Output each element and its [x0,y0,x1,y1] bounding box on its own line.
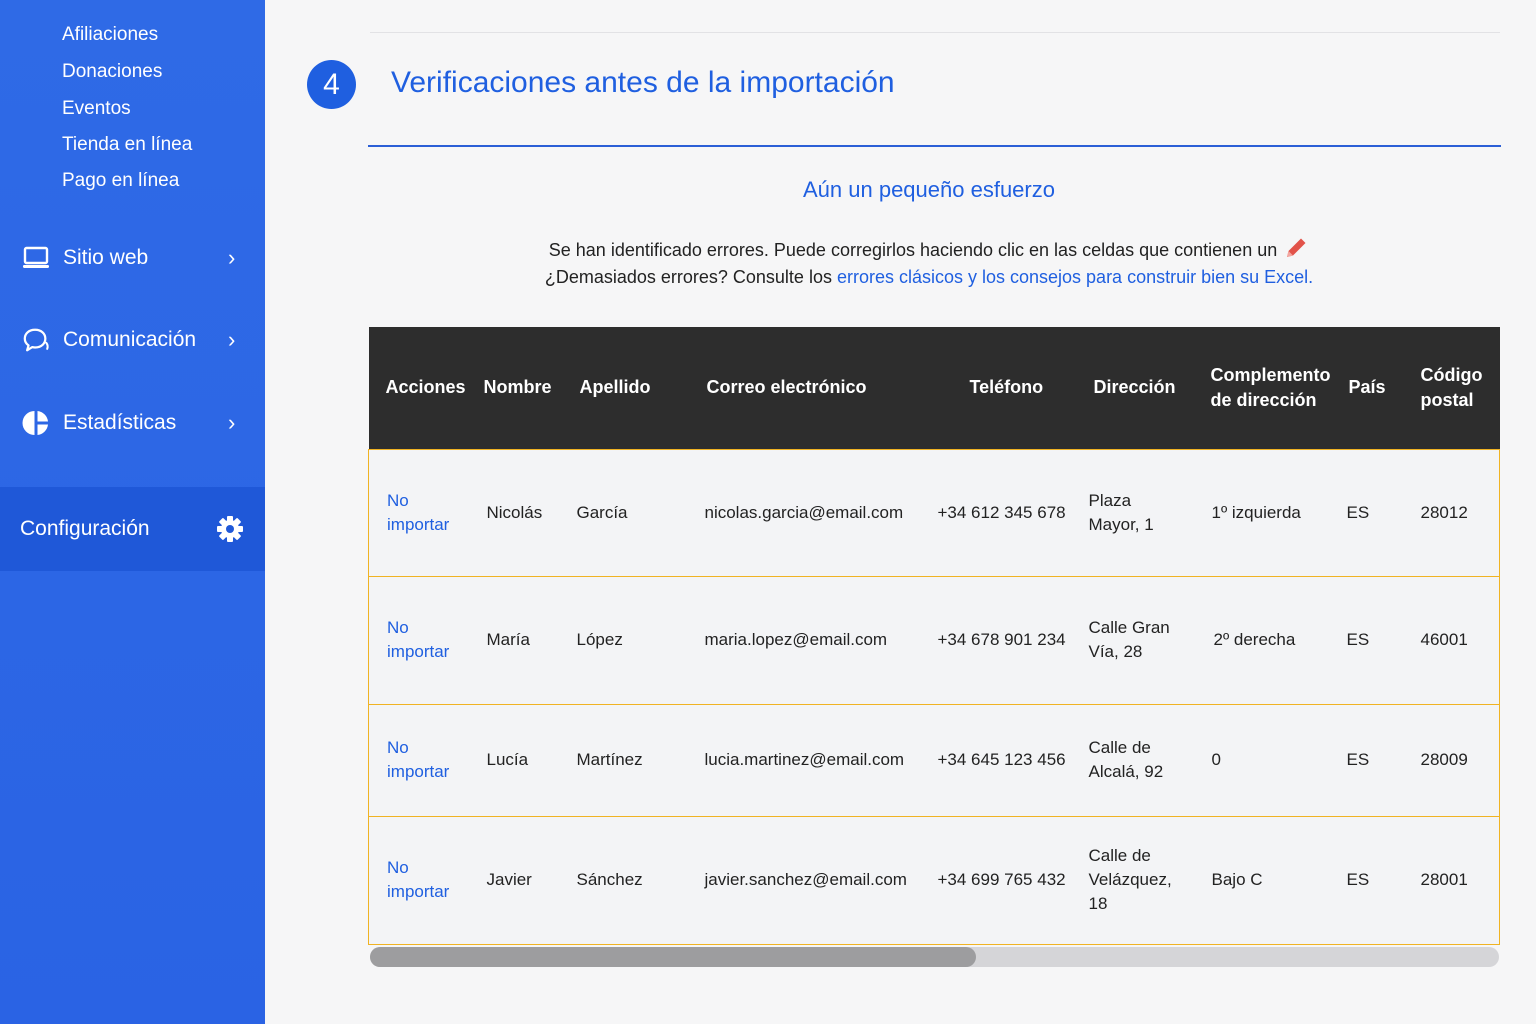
chevron-right-icon: › [228,245,236,270]
sidebar-item-estadisticas[interactable]: Estadísticas › [0,398,265,448]
column-header-correo: Correo electrónico [706,377,867,398]
cell-correo[interactable]: maria.lopez@email.com [687,576,920,704]
cell-apellido[interactable]: Sánchez [560,816,688,944]
chevron-right-icon: › [228,327,236,352]
page-title: Verificaciones antes de la importación [391,66,895,99]
cell-nombre[interactable]: Lucía [469,704,561,816]
cell-telefono[interactable]: +34 612 345 678 [919,449,1072,576]
sidebar: Afiliaciones Donaciones Eventos Tienda e… [0,0,265,1024]
horizontal-scrollbar-thumb[interactable] [370,947,976,967]
import-table: Acciones Nombre Apellido Correo electrón… [368,327,1500,945]
sidebar-item-label: Comunicación [63,328,197,351]
cell-correo[interactable]: lucia.martinez@email.com [687,704,920,816]
step-number-badge: 4 [307,60,356,109]
cell-telefono[interactable]: +34 699 765 432 [919,816,1072,944]
section-subtitle: Aún un pequeño esfuerzo [803,177,1055,202]
cell-pais[interactable]: ES [1333,704,1405,816]
column-header-apellido: Apellido [579,377,651,398]
sidebar-item-sitio-web[interactable]: Sitio web › [0,233,265,283]
cell-pais[interactable]: ES [1333,449,1405,576]
cell-complemento[interactable]: 1º izquierda [1192,449,1334,576]
table-row: No importar Javier Sánchez javier.sanche… [368,816,1500,944]
sidebar-item-label: Sitio web [63,246,149,269]
cell-complemento[interactable]: 0 [1192,704,1334,816]
gear-icon [216,515,244,543]
cell-telefono[interactable]: +34 678 901 234 [919,576,1072,704]
help-message-text: ¿Demasiados errores? Consulte los [544,267,837,287]
cell-pais[interactable]: ES [1333,576,1405,704]
sidebar-item-label: Estadísticas [63,411,177,434]
no-importar-link[interactable]: No importar [368,816,470,944]
column-header-acciones: Acciones [385,377,466,398]
cell-correo[interactable]: nicolas.garcia@email.com [687,449,920,576]
column-header-direccion: Dirección [1093,377,1176,398]
cell-codigo-postal[interactable]: 46001 [1404,576,1500,704]
cell-telefono[interactable]: +34 645 123 456 [919,704,1072,816]
cell-direccion[interactable]: Calle de Alcalá, 92 [1071,704,1193,816]
help-message: ¿Demasiados errores? Consulte los errore… [368,267,1490,288]
column-header-codigo-postal: Código postal [1420,364,1483,410]
table-row: No importar Nicolás García nicolas.garci… [368,449,1500,576]
cell-nombre[interactable]: Javier [469,816,561,944]
cell-codigo-postal[interactable]: 28009 [1404,704,1500,816]
cell-codigo-postal[interactable]: 28012 [1404,449,1500,576]
title-divider [368,145,1501,147]
sidebar-item-pago-en-linea[interactable]: Pago en línea [62,170,179,192]
chevron-right-icon: › [228,410,236,435]
error-message: Se han identificado errores. Puede corre… [368,238,1490,264]
sidebar-item-afiliaciones[interactable]: Afiliaciones [62,24,158,46]
column-header-nombre: Nombre [483,377,552,398]
pie-chart-icon [22,409,50,437]
cell-direccion[interactable]: Plaza Mayor, 1 [1071,449,1193,576]
sidebar-item-donaciones[interactable]: Donaciones [62,61,162,83]
pencil-icon [1283,235,1309,261]
import-table-container: Acciones Nombre Apellido Correo electrón… [368,327,1500,945]
no-importar-link[interactable]: No importar [368,449,470,576]
sidebar-item-tienda-en-linea[interactable]: Tienda en línea [62,134,192,156]
no-importar-link[interactable]: No importar [368,576,470,704]
chat-icon [22,326,50,354]
cell-complemento[interactable]: Bajo C [1192,816,1334,944]
error-message-text: Se han identificado errores. Puede corre… [548,239,1278,260]
cell-nombre[interactable]: Nicolás [469,449,561,576]
cell-direccion[interactable]: Calle de Velázquez, 18 [1071,816,1193,944]
top-divider [370,32,1500,33]
cell-apellido[interactable]: Martínez [560,704,688,816]
column-header-pais: País [1348,377,1386,398]
cell-complemento[interactable]: 2º derecha [1192,576,1334,704]
sidebar-item-eventos[interactable]: Eventos [62,98,131,120]
sidebar-item-label: Configuración [20,517,150,540]
table-header-row: Acciones Nombre Apellido Correo electrón… [368,327,1500,449]
sidebar-item-comunicacion[interactable]: Comunicación › [0,315,265,365]
cell-correo[interactable]: javier.sanchez@email.com [687,816,920,944]
table-row: No importar María López maria.lopez@emai… [368,576,1500,704]
cell-pais[interactable]: ES [1333,816,1405,944]
laptop-icon [22,244,50,272]
column-header-telefono: Teléfono [969,377,1044,398]
sidebar-item-configuracion[interactable]: Configuración [0,487,265,571]
help-link[interactable]: errores clásicos y los consejos para con… [837,267,1313,287]
cell-direccion[interactable]: Calle Gran Vía, 28 [1071,576,1193,704]
cell-codigo-postal[interactable]: 28001 [1404,816,1500,944]
cell-nombre[interactable]: María [469,576,561,704]
column-header-complemento: Complemento de dirección [1210,364,1331,410]
no-importar-link[interactable]: No importar [368,704,470,816]
cell-apellido[interactable]: López [560,576,688,704]
cell-apellido[interactable]: García [560,449,688,576]
table-row: No importar Lucía Martínez lucia.martine… [368,704,1500,816]
